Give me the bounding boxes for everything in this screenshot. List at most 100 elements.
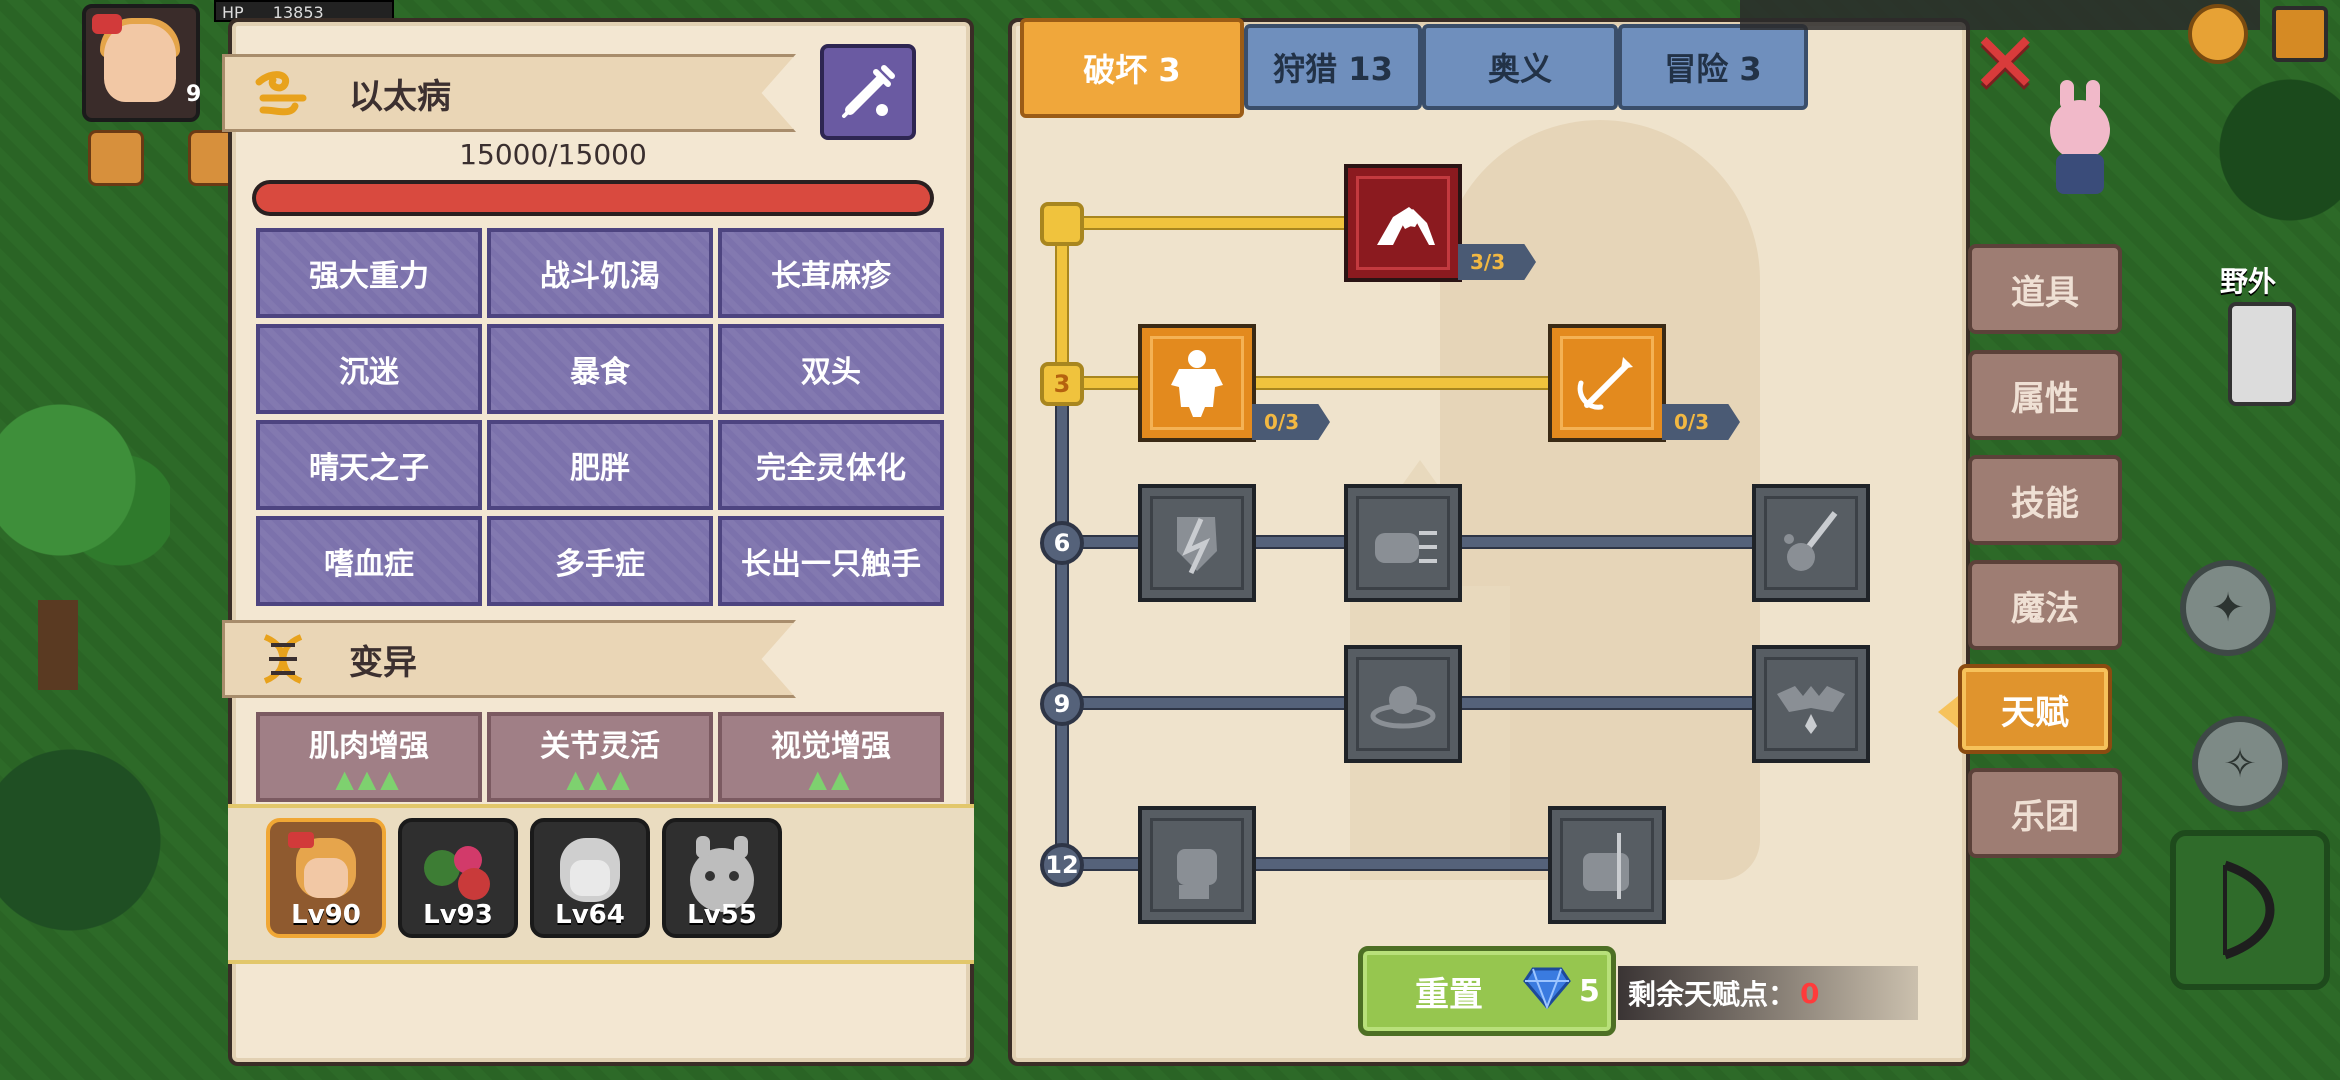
reset-button[interactable]: 重置 5 xyxy=(1358,946,1616,1036)
trait-tile[interactable]: 强大重力 xyxy=(256,228,482,318)
side-menu-attributes[interactable]: 属性 xyxy=(1968,350,2122,440)
talent-arrow[interactable] xyxy=(1548,324,1666,442)
arm-wrestle-icon xyxy=(1377,207,1435,245)
trait-tile[interactable]: 完全灵体化 xyxy=(718,420,944,510)
trait-tile[interactable]: 肥胖 xyxy=(487,420,713,510)
member-level: Lv55 xyxy=(687,900,757,930)
talent-arm-wrestle[interactable] xyxy=(1344,164,1462,282)
mutation-label: 肌肉增强 xyxy=(309,729,429,764)
talent-locked-blade[interactable] xyxy=(1752,484,1870,602)
trait-tile[interactable]: 多手症 xyxy=(487,516,713,606)
talent-locked-grip[interactable] xyxy=(1548,806,1666,924)
bat-icon xyxy=(1777,686,1845,734)
bow-attack-button[interactable] xyxy=(2170,830,2330,990)
syringe-icon xyxy=(842,65,895,118)
talent-body[interactable] xyxy=(1138,324,1256,442)
tier-node: 12 xyxy=(1040,843,1084,887)
side-menu-talent[interactable]: 天赋 xyxy=(1938,664,2112,754)
disease-hp-fill xyxy=(256,184,930,212)
gem-icon xyxy=(1523,965,1571,1018)
talent-count: 0/3 xyxy=(1662,404,1740,440)
mutation-title: 变异 xyxy=(349,642,417,683)
talent-locked-punch[interactable] xyxy=(1344,484,1462,602)
top-status-bar xyxy=(1740,0,2260,30)
trait-tile[interactable]: 长茸麻疹 xyxy=(718,228,944,318)
phone-icon[interactable] xyxy=(2228,302,2296,406)
mutation-level-triangles: ▲▲▲ xyxy=(566,765,634,793)
remaining-label: 剩余天赋点： xyxy=(1628,978,1797,1011)
talent-locked-bat[interactable] xyxy=(1752,645,1870,763)
grip-icon xyxy=(1583,833,1629,899)
side-menu-items[interactable]: 道具 xyxy=(1968,244,2122,334)
tab-hunt[interactable]: 狩猎 13 xyxy=(1244,24,1422,110)
tier-start-node xyxy=(1040,202,1084,246)
disease-hp-bar xyxy=(252,180,934,216)
syringe-button[interactable] xyxy=(820,44,916,140)
mutation-label: 视觉增强 xyxy=(771,729,891,764)
ether-wind-icon xyxy=(253,63,313,123)
trait-tile[interactable]: 战斗饥渴 xyxy=(487,228,713,318)
trait-tile[interactable]: 长出一只触手 xyxy=(718,516,944,606)
team-member-3[interactable]: Lv64 xyxy=(530,818,650,938)
dna-icon xyxy=(253,629,313,689)
side-menu-magic[interactable]: 魔法 xyxy=(1968,560,2122,650)
reset-cost: 5 xyxy=(1579,973,1600,1009)
mutation-level-triangles: ▲▲▲ xyxy=(335,765,403,793)
disease-hp-text: 15000/15000 xyxy=(459,138,647,171)
trait-tile[interactable]: 暴食 xyxy=(487,324,713,414)
side-menu-band[interactable]: 乐团 xyxy=(1968,768,2122,858)
field-label: 野外 xyxy=(2220,265,2277,298)
shield-break-icon xyxy=(1177,517,1217,575)
team-member-1[interactable]: Lv90 xyxy=(266,818,386,938)
mutation-title-ribbon: 变异 xyxy=(222,620,796,698)
tier-node: 6 xyxy=(1040,521,1084,565)
member-level: Lv90 xyxy=(291,900,361,930)
member-level: Lv64 xyxy=(555,900,625,930)
talent-count: 0/3 xyxy=(1252,404,1330,440)
exit-icon[interactable] xyxy=(2272,6,2328,62)
buff-icon[interactable] xyxy=(88,130,144,186)
tab-adventure[interactable]: 冒险 3 xyxy=(1618,24,1808,110)
punch-icon xyxy=(1375,531,1437,563)
mutation-level-triangles: ▲▲ xyxy=(808,765,854,793)
remaining-points: 剩余天赋点： 0 xyxy=(1618,966,1918,1020)
compass-icon[interactable]: ✦ xyxy=(2180,560,2276,656)
trait-grid: 强大重力 战斗饥渴 长茸麻疹 沉迷 暴食 双头 晴天之子 肥胖 完全灵体化 嗜血… xyxy=(256,228,944,606)
remaining-value: 0 xyxy=(1800,976,1820,1010)
talent-locked-shield[interactable] xyxy=(1138,484,1256,602)
member-level: Lv93 xyxy=(423,900,493,930)
orb-ripple-icon xyxy=(1370,686,1436,729)
mutation-tile[interactable]: 肌肉增强 ▲▲▲ xyxy=(256,712,482,802)
team-member-2[interactable]: Lv93 xyxy=(398,818,518,938)
mutation-label: 关节灵活 xyxy=(540,729,660,764)
close-icon[interactable]: ✕ xyxy=(1970,21,2040,105)
trait-tile[interactable]: 晴天之子 xyxy=(256,420,482,510)
mutation-tile[interactable]: 视觉增强 ▲▲ xyxy=(718,712,944,802)
tier-3-line xyxy=(1062,376,1562,390)
fist-icon xyxy=(1177,849,1217,899)
globe-icon[interactable] xyxy=(2188,4,2248,64)
talent-locked-fist[interactable] xyxy=(1138,806,1256,924)
disease-title-ribbon: 以太病 xyxy=(222,54,796,132)
blade-splash-icon xyxy=(1784,511,1838,571)
trait-tile[interactable]: 嗜血症 xyxy=(256,516,482,606)
avatar-face xyxy=(104,24,176,102)
talent-locked-orb[interactable] xyxy=(1344,645,1462,763)
side-menu-skills[interactable]: 技能 xyxy=(1968,455,2122,545)
tab-destroy[interactable]: 破坏 3 xyxy=(1020,18,1244,118)
muscle-body-icon xyxy=(1171,350,1223,417)
tab-mystery[interactable]: 奥义 xyxy=(1422,24,1618,110)
trait-tile[interactable]: 沉迷 xyxy=(256,324,482,414)
trait-tile[interactable]: 双头 xyxy=(718,324,944,414)
tier-node: 9 xyxy=(1040,682,1084,726)
shuriken-icon[interactable]: ✧ xyxy=(2192,716,2288,812)
arrow-hit-icon xyxy=(1577,357,1633,410)
player-avatar[interactable] xyxy=(82,4,200,122)
tree-trunk-decoration xyxy=(38,600,78,690)
bow-icon xyxy=(2223,860,2275,960)
tier-node: 3 xyxy=(1040,362,1084,406)
talent-count: 3/3 xyxy=(1458,244,1536,280)
mutation-tile[interactable]: 关节灵活 ▲▲▲ xyxy=(487,712,713,802)
player-level-hint: 9 xyxy=(186,82,202,107)
team-member-4[interactable]: Lv55 xyxy=(662,818,782,938)
